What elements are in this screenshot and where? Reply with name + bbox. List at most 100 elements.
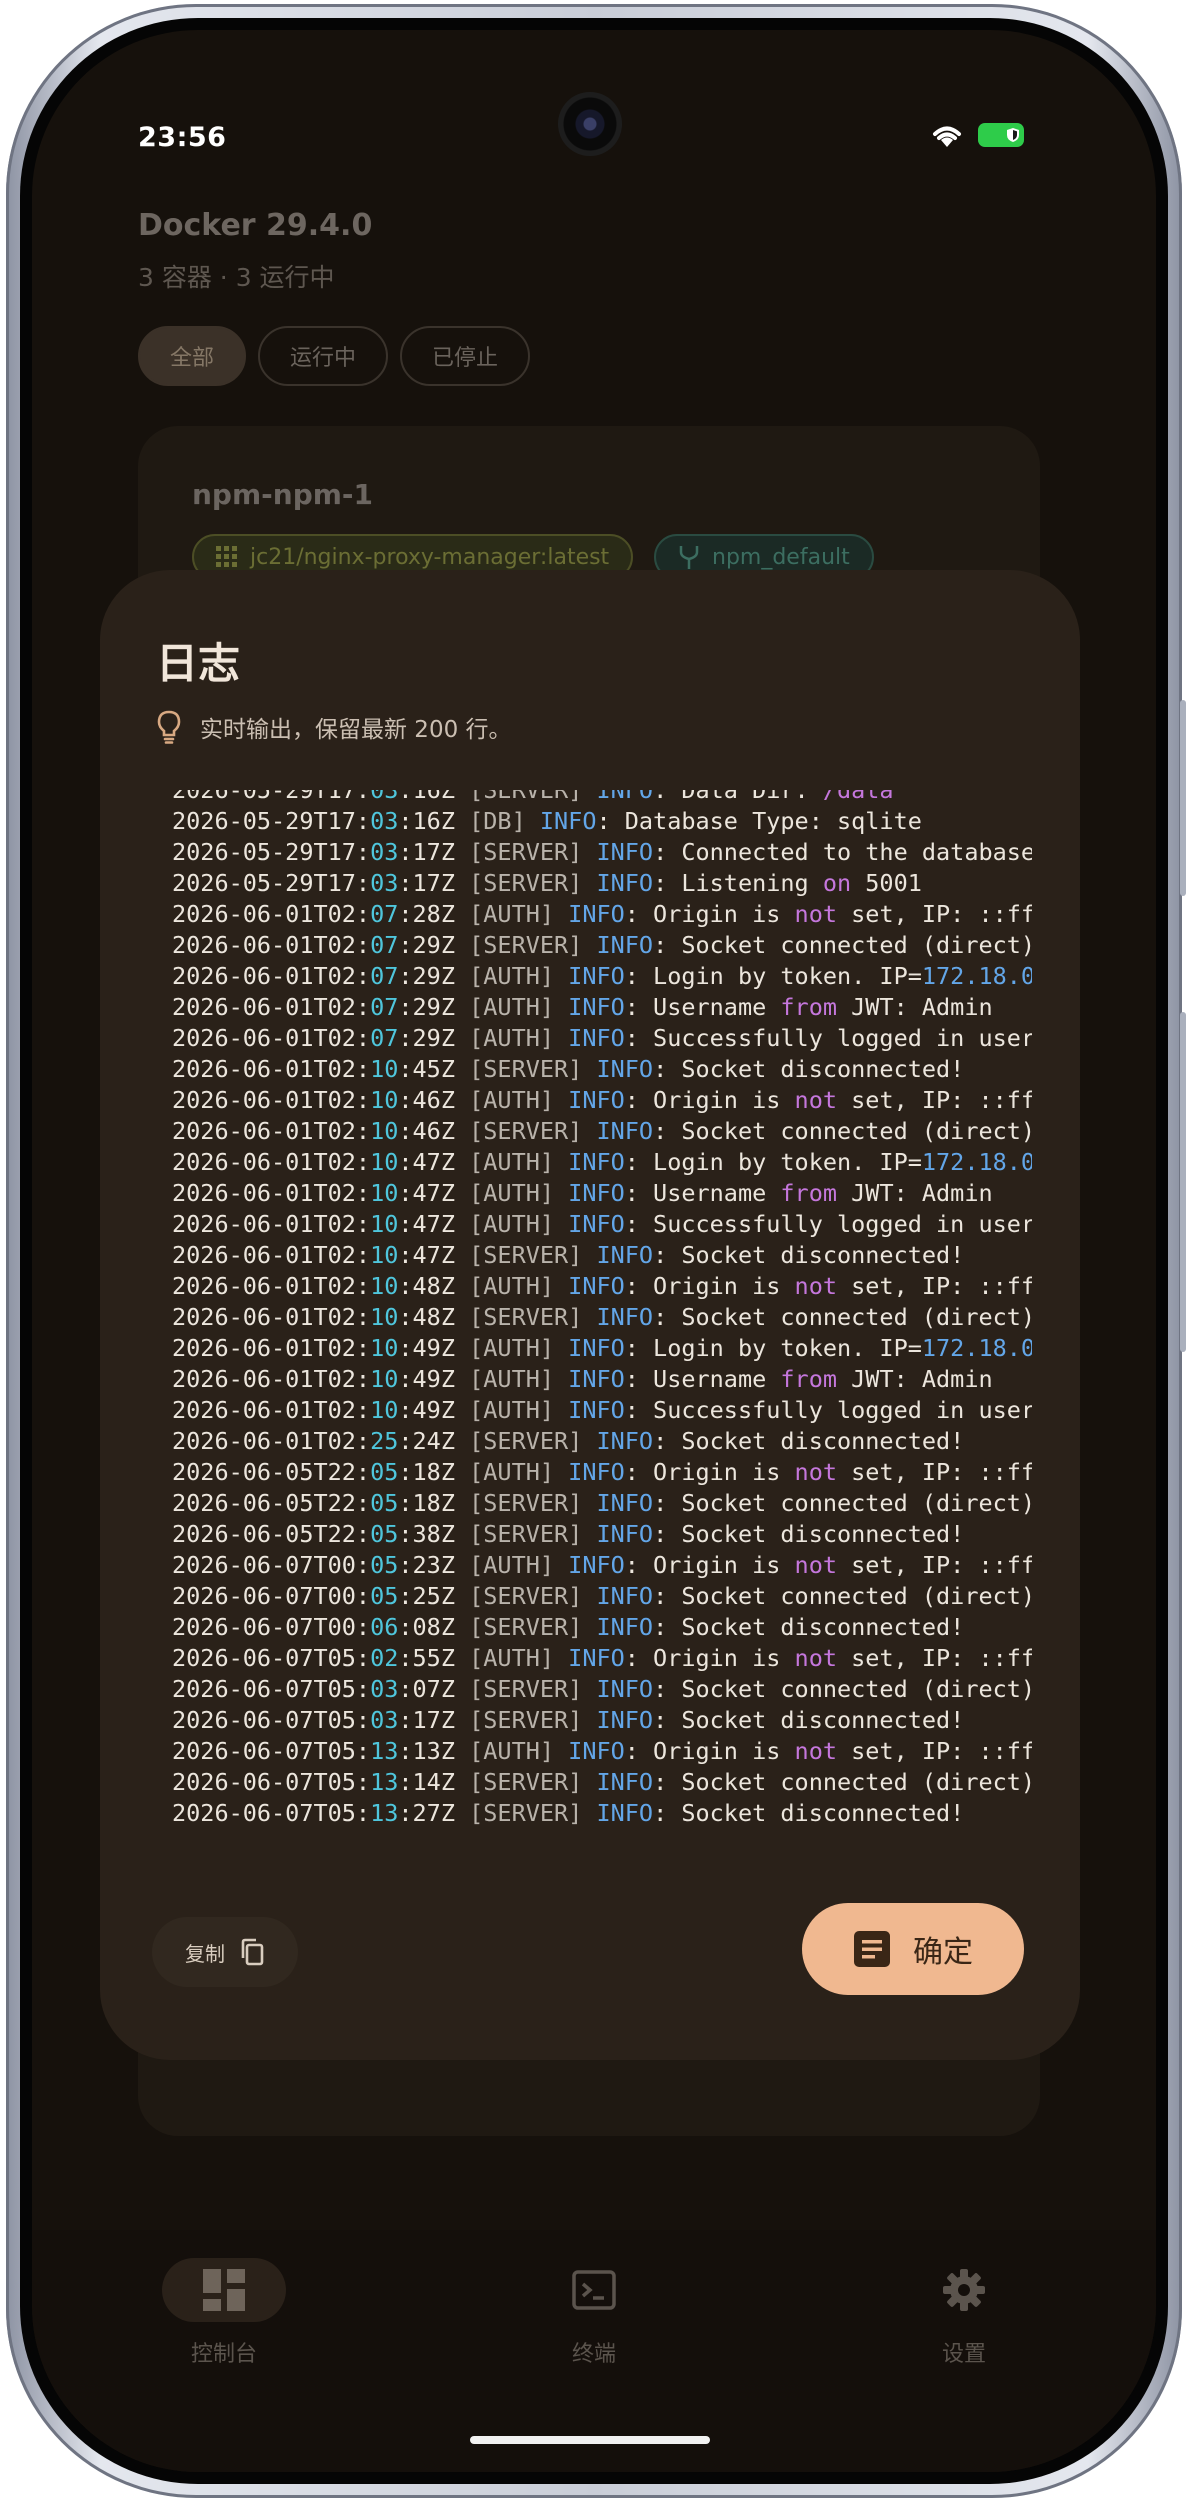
log-tag: [AUTH] [469, 993, 569, 1021]
log-minute: 25 [370, 1427, 399, 1455]
log-timestamp: 2026-06-01T02: [172, 900, 371, 928]
log-message: : Socket disconnected! [653, 1427, 965, 1455]
log-level: INFO [596, 1799, 654, 1827]
log-seconds: :13Z [398, 1737, 470, 1765]
log-level: INFO [596, 931, 654, 959]
log-seconds: :46Z [398, 1086, 470, 1114]
log-tag: [SERVER] [469, 869, 597, 897]
filter-chip-running[interactable]: 运行中 [258, 326, 389, 386]
log-message: : Socket connected (direct) [653, 931, 1032, 959]
log-tag: [SERVER] [469, 1799, 597, 1827]
log-message: JWT: Admin [837, 1179, 993, 1207]
log-minute: 07 [370, 1024, 399, 1052]
log-line: 2026-06-07T05:03:07Z [SERVER] INFO: Sock… [172, 1674, 1032, 1705]
log-line: 2026-06-01T02:10:46Z [AUTH] INFO: Origin… [172, 1085, 1032, 1116]
log-timestamp: 2026-06-01T02: [172, 1179, 371, 1207]
log-message: : Username [624, 1365, 781, 1393]
log-message: : Socket disconnected! [653, 1799, 965, 1827]
log-timestamp: 2026-06-07T00: [172, 1613, 371, 1641]
log-timestamp: 2026-06-01T02: [172, 1086, 371, 1114]
log-seconds: :17Z [398, 869, 470, 897]
log-level: INFO [596, 790, 654, 804]
log-level: INFO [596, 838, 654, 866]
front-camera [558, 92, 622, 156]
log-message: : Origin is [624, 1737, 795, 1765]
log-tag: [DB] [469, 807, 540, 835]
nav-item-terminal[interactable]: 终端 [532, 2258, 656, 2368]
log-level: INFO [596, 1706, 654, 1734]
filter-chip-all[interactable]: 全部 [138, 326, 247, 386]
log-message: 172.18.0 [921, 1334, 1032, 1362]
log-message: : Socket connected (direct) [653, 1117, 1032, 1145]
log-message: : Username [624, 993, 781, 1021]
log-seconds: :49Z [398, 1334, 470, 1362]
log-message: : Socket connected (direct) [653, 1489, 1032, 1517]
log-message: not [794, 1737, 837, 1765]
log-message: from [780, 1179, 837, 1207]
log-seconds: :07Z [398, 1675, 470, 1703]
log-level: INFO [568, 1086, 625, 1114]
nav-label-dashboard: 控制台 [190, 2342, 257, 2367]
log-level: INFO [568, 962, 625, 990]
log-timestamp: 2026-06-07T00: [172, 1582, 371, 1610]
log-message: : Socket connected (direct) [653, 1768, 1032, 1796]
log-level: INFO [568, 1737, 625, 1765]
status-time: 23:56 [138, 122, 227, 153]
log-message: set, IP: ::ff [837, 1644, 1032, 1672]
filter-chip-stopped[interactable]: 已停止 [400, 326, 531, 386]
home-indicator[interactable] [470, 2436, 710, 2444]
log-seconds: :25Z [398, 1582, 470, 1610]
confirm-button[interactable]: 确定 [802, 1903, 1024, 1995]
nav-item-settings[interactable]: 设置 [902, 2258, 1026, 2368]
log-timestamp: 2026-05-29T17: [172, 790, 371, 804]
log-message: : Socket disconnected! [653, 1241, 965, 1269]
nav-item-dashboard[interactable]: 控制台 [162, 2258, 286, 2368]
log-tag: [SERVER] [469, 838, 597, 866]
log-minute: 10 [370, 1365, 399, 1393]
log-timestamp: 2026-06-07T05: [172, 1799, 371, 1827]
log-tag: [AUTH] [469, 1458, 569, 1486]
log-minute: 10 [370, 1086, 399, 1114]
terminal-icon [572, 2270, 616, 2310]
docker-summary: 3 容器 · 3 运行中 [138, 263, 335, 292]
log-line: 2026-06-05T22:05:18Z [AUTH] INFO: Origin… [172, 1457, 1032, 1488]
log-minute: 05 [370, 1520, 399, 1548]
log-timestamp: 2026-06-07T05: [172, 1675, 371, 1703]
log-seconds: :48Z [398, 1303, 470, 1331]
nav-label-terminal: 终端 [571, 2342, 616, 2367]
log-tag: [SERVER] [469, 1303, 597, 1331]
log-tag: [SERVER] [469, 1241, 597, 1269]
log-minute: 10 [370, 1148, 399, 1176]
copy-button[interactable]: 复制 [152, 1917, 298, 1987]
log-tag: [AUTH] [469, 1272, 569, 1300]
log-minute: 05 [370, 1582, 399, 1610]
log-tag: [SERVER] [469, 931, 597, 959]
log-line: 2026-06-01T02:07:29Z [AUTH] INFO: Succes… [172, 1023, 1032, 1054]
log-minute: 03 [370, 790, 399, 804]
log-tag: [AUTH] [469, 1210, 569, 1238]
log-seconds: :16Z [398, 807, 470, 835]
log-tag: [SERVER] [469, 1520, 597, 1548]
log-line: 2026-06-05T22:05:38Z [SERVER] INFO: Sock… [172, 1519, 1032, 1550]
log-level: INFO [568, 1024, 625, 1052]
log-message: : Database Type: sqlite [596, 807, 922, 835]
log-minute: 13 [370, 1737, 399, 1765]
log-seconds: :24Z [398, 1427, 470, 1455]
log-tag: [SERVER] [469, 1768, 597, 1796]
copy-icon [241, 1938, 264, 1966]
log-level: INFO [568, 1334, 625, 1362]
battery-icon [978, 123, 1024, 147]
log-message: : Username [624, 1179, 781, 1207]
log-output[interactable]: 2026-05-29T17:03 :16Z [SERVER] INFO : Data… [172, 790, 1032, 1850]
grid-icon [216, 546, 237, 567]
log-tag: [AUTH] [469, 1148, 569, 1176]
log-message: /data [822, 790, 894, 804]
log-minute: 10 [370, 1055, 399, 1083]
log-tag: [AUTH] [469, 900, 569, 928]
log-message: set, IP: ::ff [837, 1737, 1032, 1765]
dialog-hint-text: 实时输出，保留最新 200 行。 [200, 717, 512, 743]
log-tag: [AUTH] [469, 1644, 569, 1672]
screen: Docker 29.4.0 3 容器 · 3 运行中 全部 运行中 已停止 np… [32, 30, 1156, 2472]
log-timestamp: 2026-06-01T02: [172, 1241, 371, 1269]
log-message: set, IP: ::ff [837, 1272, 1032, 1300]
